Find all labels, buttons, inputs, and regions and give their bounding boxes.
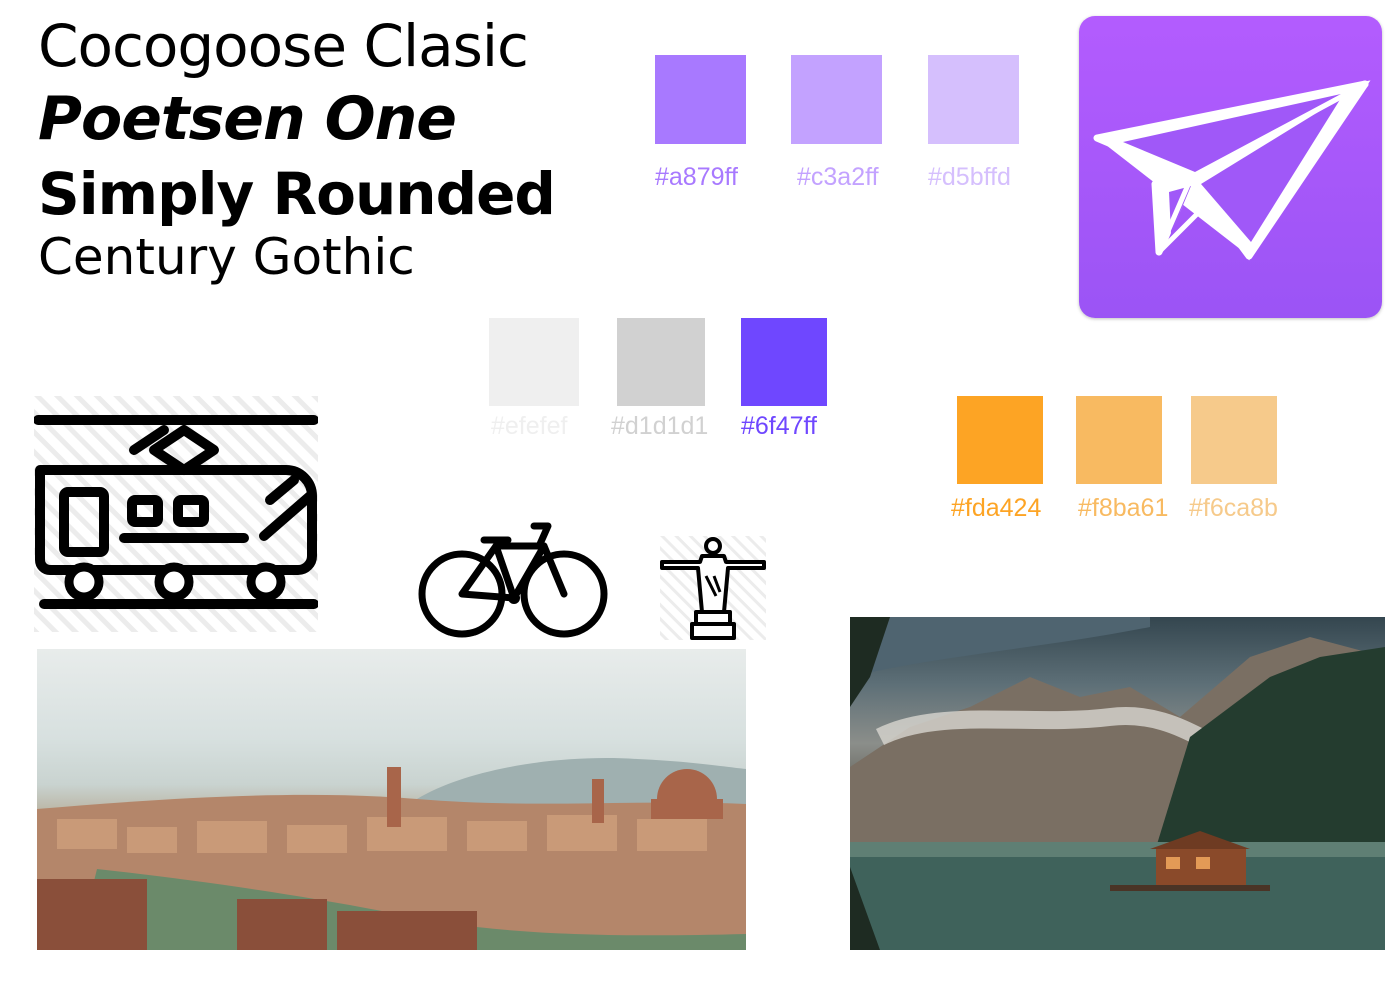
mountain-lake-cabin-photo <box>850 617 1385 950</box>
font-sample-simply-rounded: Simply Rounded <box>38 160 556 228</box>
swatch-hex-label: #c3a2ff <box>797 163 879 191</box>
swatch-hex-label: #f8ba61 <box>1078 494 1169 522</box>
swatch-color-box <box>928 55 1019 144</box>
swatch-color-box <box>1076 396 1162 484</box>
app-logo <box>1079 16 1382 318</box>
font-sample-poetsen: Poetsen One <box>38 84 457 154</box>
font-sample-century-gothic: Century Gothic <box>38 228 415 286</box>
christ-redeemer-statue-icon <box>660 536 766 640</box>
swatch-color-box <box>489 318 579 406</box>
swatch-color-box <box>1191 396 1277 484</box>
swatch-color-box <box>957 396 1043 484</box>
swatch-color-box <box>741 318 827 406</box>
swatch-color-box <box>791 55 882 144</box>
swatch-hex-label: #a879ff <box>655 163 738 191</box>
swatch-hex-label: #d1d1d1 <box>611 412 709 440</box>
swatch-color-box <box>617 318 705 406</box>
swatch-hex-label: #fda424 <box>951 494 1042 522</box>
swatch-hex-label: #efefef <box>491 412 568 440</box>
swatch-hex-label: #f6ca8b <box>1189 494 1278 522</box>
swatch-hex-label: #6f47ff <box>741 412 818 440</box>
florence-cityscape-photo <box>37 649 746 950</box>
tram-icon <box>33 396 319 632</box>
swatch-hex-label: #d5bffd <box>928 163 1011 191</box>
swatch-color-box <box>655 55 746 144</box>
paper-plane-icon <box>1093 80 1371 261</box>
font-sample-cocogoose: Cocogoose Clasic <box>38 12 529 80</box>
bicycle-icon <box>418 514 608 640</box>
